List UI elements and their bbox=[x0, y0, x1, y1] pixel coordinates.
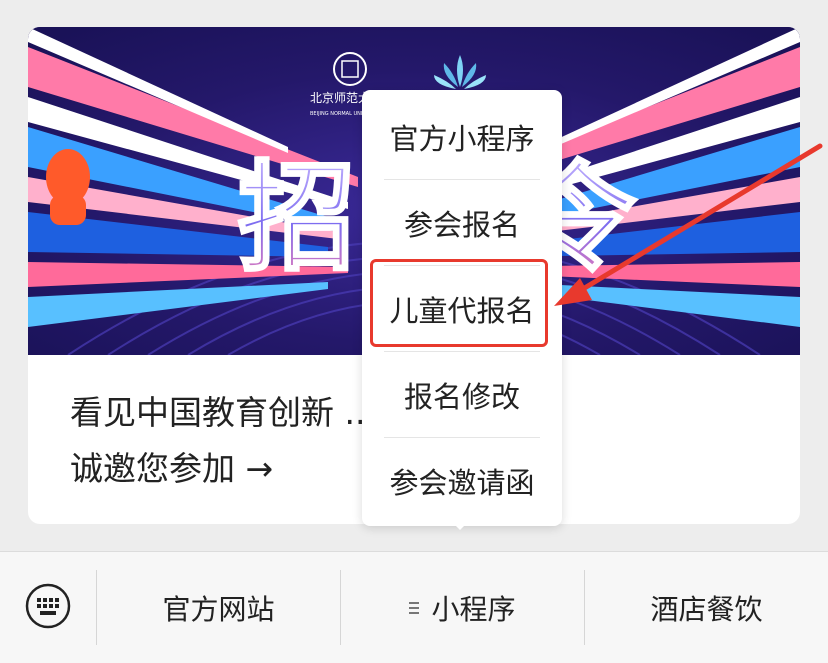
tab-label: 官方网站 bbox=[162, 592, 275, 626]
tab-label: 酒店餐饮 bbox=[650, 592, 763, 626]
menu-pointer bbox=[450, 520, 470, 530]
banner-headline-left: 招 bbox=[238, 149, 356, 287]
keyboard-icon bbox=[25, 583, 71, 629]
highlight-box bbox=[370, 259, 548, 347]
tab-hotel-dining[interactable]: 酒店餐饮 bbox=[585, 552, 828, 663]
tab-label: 小程序 bbox=[431, 592, 516, 626]
menu-item-official-mini-program[interactable]: 官方小程序 bbox=[362, 94, 562, 180]
tab-mini-program[interactable]: 小程序 bbox=[341, 552, 584, 663]
menu-item-invitation-letter[interactable]: 参会邀请函 bbox=[362, 438, 562, 524]
menu-item-conference-registration[interactable]: 参会报名 bbox=[362, 180, 562, 266]
keyboard-toggle-button[interactable] bbox=[24, 582, 72, 630]
tab-official-website[interactable]: 官方网站 bbox=[97, 552, 340, 663]
menu-item-registration-edit[interactable]: 报名修改 bbox=[362, 352, 562, 438]
menu-lines-icon bbox=[409, 599, 420, 617]
red-arrow-icon bbox=[554, 143, 823, 306]
bottom-menu-bar: 官方网站 小程序 酒店餐饮 bbox=[0, 551, 828, 663]
